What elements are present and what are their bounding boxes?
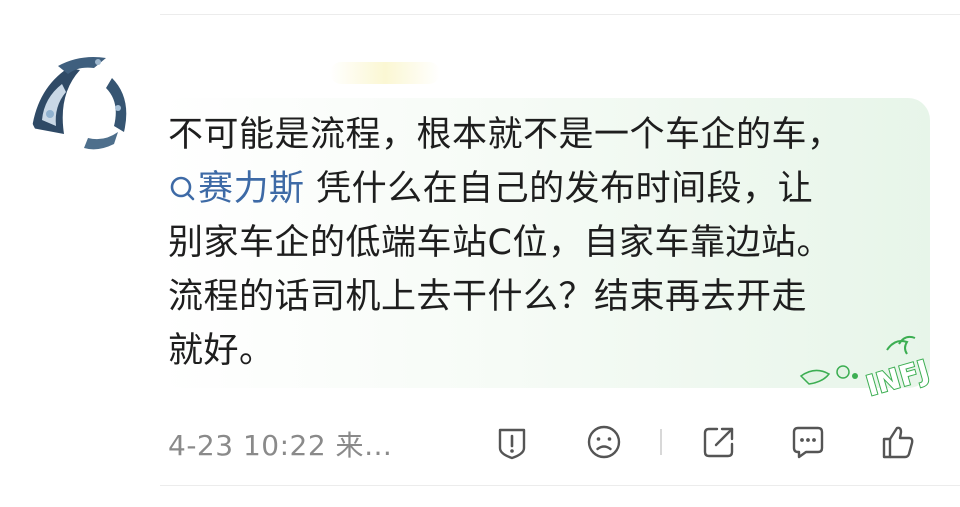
avatar[interactable] [28,48,136,156]
top-divider [160,14,960,15]
topic-label: 赛力斯 [198,169,305,209]
comment-line-5: 就好。 [168,331,275,371]
like-button[interactable] [878,422,918,462]
comment-line-2: 凭什么在自己的发布时间段，让 [304,169,814,209]
share-button[interactable] [699,422,739,462]
bottom-divider [160,485,960,486]
report-icon [498,428,526,460]
dislike-button[interactable] [584,422,624,462]
username-blurred[interactable] [330,62,440,84]
comment-card: 不可能是流程，根本就不是一个车企的车， 赛力斯 凭什么在自己的发布时间段，让别家车… [0,0,960,507]
action-separator [660,429,662,455]
topic-link[interactable]: 赛力斯 [168,169,305,209]
reply-button[interactable] [788,422,828,462]
comment-line-1: 不可能是流程，根本就不是一个车企的车， [168,115,843,155]
report-button[interactable] [492,422,532,462]
comment-line-4: 流程的话司机上去干什么？结束再去开走 [168,277,808,317]
share-icon [703,427,734,458]
search-icon [170,176,195,201]
comment-icon [792,426,824,459]
badge-text: INFJ [863,354,933,398]
timestamp: 4-23 10:22 来… [168,429,393,462]
comment-line-3: 别家车企的低端车站C位，自家车靠边站。 [168,223,832,263]
comment-meta-row: 4-23 10:22 来… [168,416,948,466]
thumbs-up-icon [882,426,914,459]
frown-icon [587,425,621,459]
infj-badge: INFJ [795,330,945,404]
